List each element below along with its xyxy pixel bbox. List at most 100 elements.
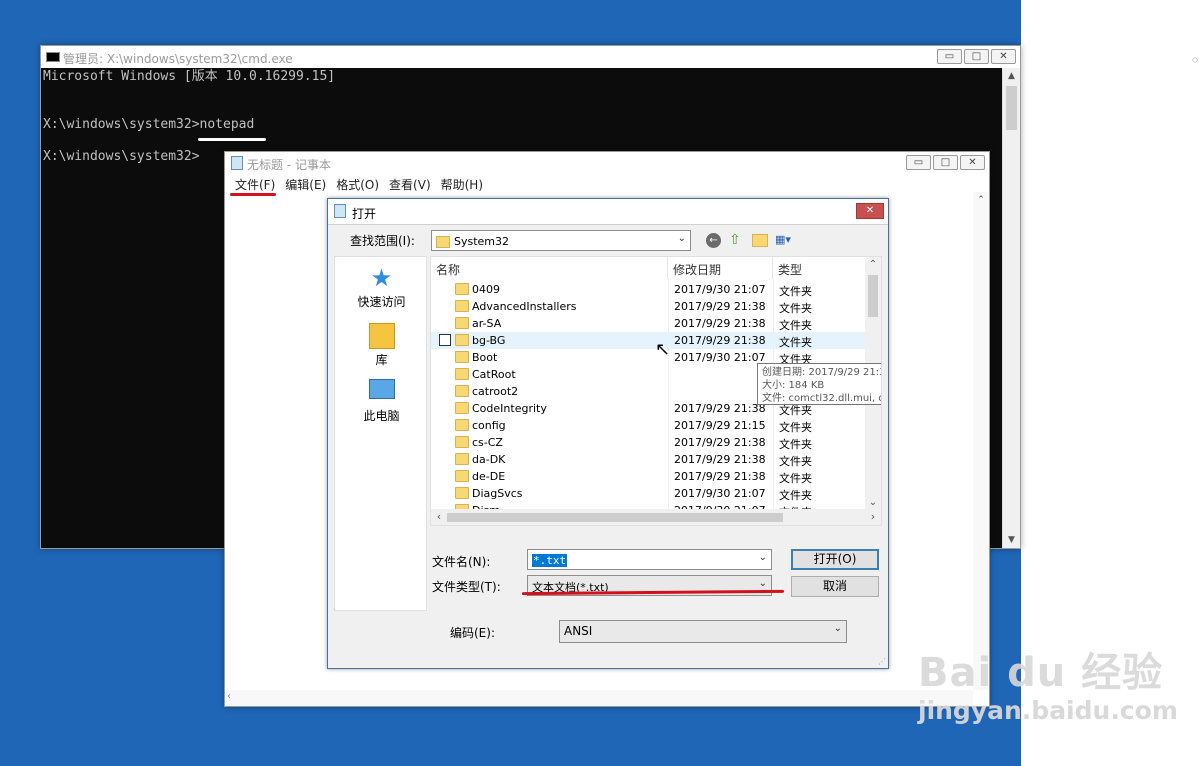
file-row[interactable]: cs-CZ 2017/9/29 21:38 文件夹: [431, 434, 867, 451]
lookin-combo[interactable]: System32 ⌄: [431, 230, 691, 251]
folder-icon: [455, 419, 469, 431]
maximize-button[interactable]: □: [933, 155, 958, 170]
encoding-select[interactable]: ANSI ⌄: [559, 620, 847, 643]
scroll-thumb[interactable]: [447, 513, 783, 522]
menu-edit[interactable]: 编辑(E): [281, 174, 330, 192]
list-hscroll[interactable]: ‹ ›: [431, 509, 881, 525]
file-row[interactable]: bg-BG 2017/9/29 21:38 文件夹: [431, 332, 867, 349]
star-icon: ★: [370, 264, 393, 292]
filename-input[interactable]: *.txt ⌄: [527, 549, 772, 570]
notepad-hscroll[interactable]: ‹: [225, 690, 973, 706]
file-date: 2017/9/29 21:38: [674, 402, 766, 415]
minimize-button[interactable]: ▭: [906, 155, 931, 170]
dialog-close-button[interactable]: ✕: [856, 203, 884, 219]
notepad-icon: [231, 156, 243, 170]
encoding-label: 编码(E):: [450, 626, 495, 640]
file-row[interactable]: 0409 2017/9/30 21:07 文件夹: [431, 281, 867, 298]
notepad-menubar: 文件(F) 编辑(E) 格式(O) 查看(V) 帮助(H): [225, 174, 989, 192]
folder-icon: [455, 487, 469, 499]
scroll-up-icon[interactable]: ▲: [1003, 68, 1020, 84]
close-button[interactable]: ✕: [960, 155, 985, 170]
file-name: ar-SA: [472, 317, 502, 330]
open-button[interactable]: 打开(O): [791, 549, 879, 570]
chevron-down-icon[interactable]: ⌄: [759, 552, 767, 563]
file-row[interactable]: ar-SA 2017/9/29 21:38 文件夹: [431, 315, 867, 332]
close-button[interactable]: ✕: [991, 49, 1016, 64]
cmd-icon: [46, 52, 60, 62]
scroll-left-icon[interactable]: ‹: [431, 509, 447, 525]
file-row[interactable]: config 2017/9/29 21:15 文件夹: [431, 417, 867, 434]
cmd-title: 管理员: X:\windows\system32\cmd.exe: [63, 52, 293, 66]
file-row[interactable]: DiagSvcs 2017/9/30 21:07 文件夹: [431, 485, 867, 502]
scroll-thumb[interactable]: [868, 275, 878, 317]
file-type: 文件夹: [779, 472, 812, 485]
cmd-scrollbar[interactable]: ▲ ▼: [1002, 68, 1020, 548]
new-folder-icon[interactable]: [752, 234, 768, 247]
dialog-titlebar[interactable]: 打开 ✕: [328, 199, 888, 225]
folder-icon: [455, 334, 469, 346]
file-date: 2017/9/29 21:38: [674, 334, 766, 347]
place-this-pc[interactable]: 此电脑: [335, 379, 428, 424]
notepad-underline-annotation: [198, 138, 266, 141]
view-menu-icon[interactable]: ▦▾: [775, 233, 801, 248]
cmd-titlebar[interactable]: 管理员: X:\windows\system32\cmd.exe ▭ □ ✕: [41, 46, 1020, 68]
watermark-brand: Bai du 经验: [918, 650, 1164, 696]
place-quick-access[interactable]: ★ 快速访问: [335, 265, 428, 310]
back-icon[interactable]: ←: [706, 233, 721, 248]
menu-help[interactable]: 帮助(H): [437, 174, 487, 192]
baidu-watermark: Bai du 经验 jingyan.baidu.com: [918, 640, 1178, 725]
notepad-titlebar[interactable]: 无标题 - 记事本 ▭ □ ✕: [225, 152, 989, 174]
file-row[interactable]: da-DK 2017/9/29 21:38 文件夹: [431, 451, 867, 468]
file-menu-annotation: [230, 193, 276, 196]
resize-grip-icon[interactable]: ⋰: [878, 657, 886, 666]
sort-up-icon: ⌃: [545, 256, 554, 264]
encoding-value: ANSI: [564, 624, 593, 638]
minimize-button[interactable]: ▭: [937, 49, 962, 64]
up-folder-icon[interactable]: ⇧: [729, 232, 745, 248]
file-date: 2017/9/29 21:38: [674, 436, 766, 449]
file-name: CodeIntegrity: [472, 402, 547, 415]
filetype-label: 文件类型(T):: [432, 580, 501, 594]
open-dialog[interactable]: 打开 ✕ 查找范围(I): System32 ⌄ ← ⇧ ▦▾ ★ 快速访问 库…: [327, 198, 889, 669]
places-bar: ★ 快速访问 库 此电脑: [334, 256, 427, 611]
scroll-up-icon[interactable]: ⌃: [973, 192, 989, 208]
menu-view[interactable]: 查看(V): [385, 174, 435, 192]
file-list[interactable]: 名称 ⌃ 修改日期 类型 0409 2017/9/30 21:07 文件夹 Advan…: [430, 256, 882, 526]
column-date[interactable]: 修改日期: [668, 257, 773, 279]
scroll-down-icon[interactable]: ▼: [1003, 532, 1020, 548]
scroll-up-icon[interactable]: ⌃: [865, 257, 881, 273]
file-date: 2017/9/29 21:38: [674, 453, 766, 466]
scroll-thumb[interactable]: [1006, 86, 1017, 130]
cmd-line: X:\windows\system32>: [43, 149, 200, 164]
file-tooltip: 创建日期: 2017/9/29 21:38 大小: 184 KB 文件: com…: [757, 363, 881, 405]
file-date: 2017/9/29 21:38: [674, 300, 766, 313]
file-date: 2017/9/30 21:07: [674, 283, 766, 296]
file-type: 文件夹: [779, 336, 812, 349]
file-row[interactable]: AdvancedInstallers 2017/9/29 21:38 文件夹: [431, 298, 867, 315]
folder-icon: [455, 436, 469, 448]
file-name: config: [472, 419, 506, 432]
folder-icon: [436, 235, 450, 248]
menu-file[interactable]: 文件(F): [231, 174, 279, 192]
folder-icon: [455, 470, 469, 482]
folder-icon: [455, 453, 469, 465]
chevron-down-icon: ⌄: [677, 233, 686, 244]
cancel-button[interactable]: 取消: [791, 576, 879, 597]
maximize-button[interactable]: □: [964, 49, 989, 64]
column-type[interactable]: 类型: [773, 257, 867, 279]
menu-format[interactable]: 格式(O): [332, 174, 383, 192]
watermark-url: jingyan.baidu.com: [918, 696, 1178, 725]
folder-icon: [455, 351, 469, 363]
place-libraries[interactable]: 库: [335, 323, 428, 368]
notepad-vscroll[interactable]: ⌃: [973, 192, 989, 690]
folder-icon: [455, 283, 469, 295]
scroll-right-icon[interactable]: ›: [865, 509, 881, 525]
folder-icon: [455, 368, 469, 380]
file-date: 2017/9/29 21:38: [674, 317, 766, 330]
file-row[interactable]: de-DE 2017/9/29 21:38 文件夹: [431, 468, 867, 485]
cmd-line: Microsoft Windows [版本 10.0.16299.15]: [43, 69, 336, 84]
scroll-left-icon[interactable]: ‹: [227, 691, 231, 702]
dialog-icon: [334, 204, 346, 218]
stray-mark: ◇: [1192, 55, 1199, 64]
row-checkbox[interactable]: [439, 334, 451, 346]
